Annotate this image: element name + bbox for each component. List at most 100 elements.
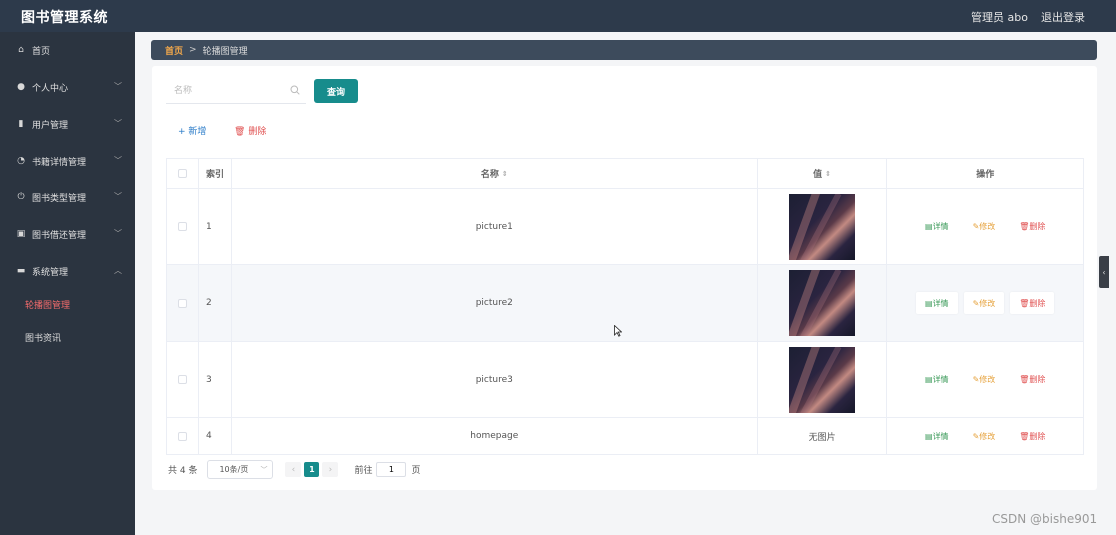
row-name: picture1 [232, 189, 758, 264]
sidebar-item-label: 书籍详情管理 [32, 157, 87, 168]
table-row: 2 picture2 ▤ 详情 ✎ 修改 🗑 删除 [167, 265, 1083, 342]
detail-label: 详情 [932, 222, 949, 231]
chevron-down-icon: ﹀ [114, 192, 122, 201]
sort-icon[interactable]: ⇕ [502, 170, 508, 178]
goto-prefix: 前往 [354, 466, 373, 476]
header-name-label: 名称 [480, 170, 499, 180]
delete-label: 删除 [1029, 222, 1046, 231]
sidebar-item-home[interactable]: ⌂ 首页 [0, 32, 135, 68]
edit-icon: ✎ [972, 375, 980, 384]
user-icon: ● [17, 82, 25, 92]
edit-button[interactable]: ✎ 修改 [964, 369, 1005, 391]
sidebar-subitem-book-news[interactable]: 图书资讯 [0, 322, 135, 352]
app-header: 图书管理系统 管理员 abo 退出登录 [0, 0, 1116, 32]
comment-icon: ▬ [16, 266, 26, 276]
edit-icon: ✎ [972, 431, 980, 441]
page-size-value: 10条/页 [219, 465, 249, 474]
chart-box-icon: ▣ [16, 229, 26, 239]
detail-icon: ▤ [925, 375, 933, 384]
query-button[interactable]: 查询 [314, 79, 358, 103]
row-index: 4 [199, 418, 232, 454]
table-header-row: 索引 名称 ⇕ 值 ⇕ 操作 [167, 159, 1083, 189]
delete-button[interactable]: 🗑 删除 [1010, 216, 1054, 238]
delete-button[interactable]: 🗑 删除 [1010, 292, 1055, 314]
detail-icon: ▤ [925, 431, 933, 441]
trash-icon: 🗑 [1019, 298, 1030, 308]
edit-label: 修改 [979, 298, 996, 308]
sidebar-subitem-carousel-management[interactable]: 轮播图管理 [0, 289, 135, 319]
header-index: 索引 [199, 159, 232, 188]
breadcrumb-current: 轮播图管理 [202, 46, 248, 57]
carousel-thumbnail [789, 193, 856, 260]
sidebar-item-system-management[interactable]: ▬ 系统管理 ︿ [0, 253, 135, 289]
delete-button[interactable]: 🗑 删除 [1010, 369, 1054, 391]
delete-button[interactable]: 🗑 删除 [1010, 425, 1054, 447]
chevron-up-icon: ︿ [114, 266, 122, 275]
carousel-thumbnail [789, 346, 856, 413]
detail-button[interactable]: ▤ 详情 [916, 292, 958, 314]
collapse-handle[interactable]: ‹ [1099, 256, 1109, 288]
row-checkbox[interactable] [177, 375, 187, 384]
delete-label: 删除 [1029, 298, 1046, 308]
row-index: 2 [199, 265, 232, 341]
edit-button[interactable]: ✎ 修改 [964, 216, 1005, 238]
edit-button[interactable]: ✎ 修改 [963, 292, 1005, 314]
search-input[interactable] [166, 80, 284, 102]
search-box [166, 80, 306, 104]
next-page-button[interactable]: › [322, 462, 339, 477]
sidebar-item-user-management[interactable]: ▮ 用户管理 ﹀ [0, 106, 135, 142]
sidebar-item-book-type-management[interactable]: ⏻ 图书类型管理 ﹀ [0, 179, 135, 215]
edit-button[interactable]: ✎ 修改 [964, 425, 1005, 447]
row-index: 1 [199, 189, 232, 264]
detail-label: 详情 [932, 375, 949, 384]
edit-label: 修改 [979, 375, 996, 384]
detail-button[interactable]: ▤ 详情 [916, 216, 958, 238]
select-all-checkbox[interactable] [177, 169, 187, 178]
sidebar-item-book-borrow-management[interactable]: ▣ 图书借还管理 ﹀ [0, 216, 135, 252]
page-size-select[interactable]: 10条/页 ﹀ [207, 460, 274, 479]
mouse-cursor-icon [614, 325, 622, 337]
detail-button[interactable]: ▤ 详情 [916, 369, 958, 391]
home-icon: ⌂ [18, 45, 24, 55]
page-number-current[interactable]: 1 [304, 462, 320, 477]
edit-label: 修改 [979, 431, 996, 441]
app-title: 图书管理系统 [21, 10, 108, 26]
sidebar-item-label: 系统管理 [32, 267, 69, 278]
trash-icon: 🗑 [1019, 431, 1030, 441]
edit-icon: ✎ [972, 298, 980, 308]
row-name: picture2 [232, 265, 758, 341]
pagination: 共 4 条 10条/页 ﹀ ‹ 1 › 前往 页 [168, 460, 420, 479]
sidebar-item-label: 用户管理 [32, 120, 69, 131]
logout-link[interactable]: 退出登录 [1041, 9, 1085, 25]
chevron-down-icon: ﹀ [260, 466, 268, 474]
table-row: 3 picture3 ▤ 详情 ✎ 修改 🗑 删除 [167, 342, 1083, 418]
batch-delete-label: 删除 [248, 127, 267, 137]
sidebar-item-personal-center[interactable]: ● 个人中心 ﹀ [0, 69, 135, 105]
prev-page-button[interactable]: ‹ [285, 462, 302, 477]
trash-icon: 🗑 [234, 127, 246, 137]
detail-label: 详情 [932, 298, 949, 308]
chevron-down-icon: ﹀ [114, 119, 122, 128]
row-checkbox[interactable] [177, 298, 187, 308]
dashboard-icon: ◔ [17, 156, 25, 166]
content-card: 查询 + 新增 🗑 删除 索引 名称⇕ 值⇕ 操作 1 picture1 ▤ 详… [152, 66, 1097, 490]
total-count: 共 4 条 [168, 466, 198, 476]
detail-button[interactable]: ▤ 详情 [916, 425, 958, 447]
header-value[interactable]: 值 ⇕ [758, 159, 888, 188]
row-checkbox[interactable] [177, 431, 187, 441]
batch-delete-button[interactable]: 🗑 删除 [234, 124, 266, 137]
header-value-label: 值 [813, 170, 823, 180]
goto-page-input[interactable] [376, 462, 407, 477]
sidebar-item-book-detail-management[interactable]: ◔ 书籍详情管理 ﹀ [0, 143, 135, 179]
row-checkbox[interactable] [177, 222, 187, 231]
sidebar-item-label: 图书借还管理 [32, 230, 87, 241]
detail-icon: ▤ [925, 298, 933, 308]
sort-icon[interactable]: ⇕ [825, 170, 831, 178]
table-row: 1 picture1 ▤ 详情 ✎ 修改 🗑 删除 [167, 189, 1083, 265]
header-ops: 操作 [976, 170, 995, 180]
add-button[interactable]: + 新增 [178, 124, 206, 137]
edit-icon: ✎ [972, 222, 980, 231]
search-icon [290, 85, 300, 95]
header-name[interactable]: 名称 ⇕ [232, 159, 758, 188]
breadcrumb-home[interactable]: 首页 [165, 44, 183, 57]
